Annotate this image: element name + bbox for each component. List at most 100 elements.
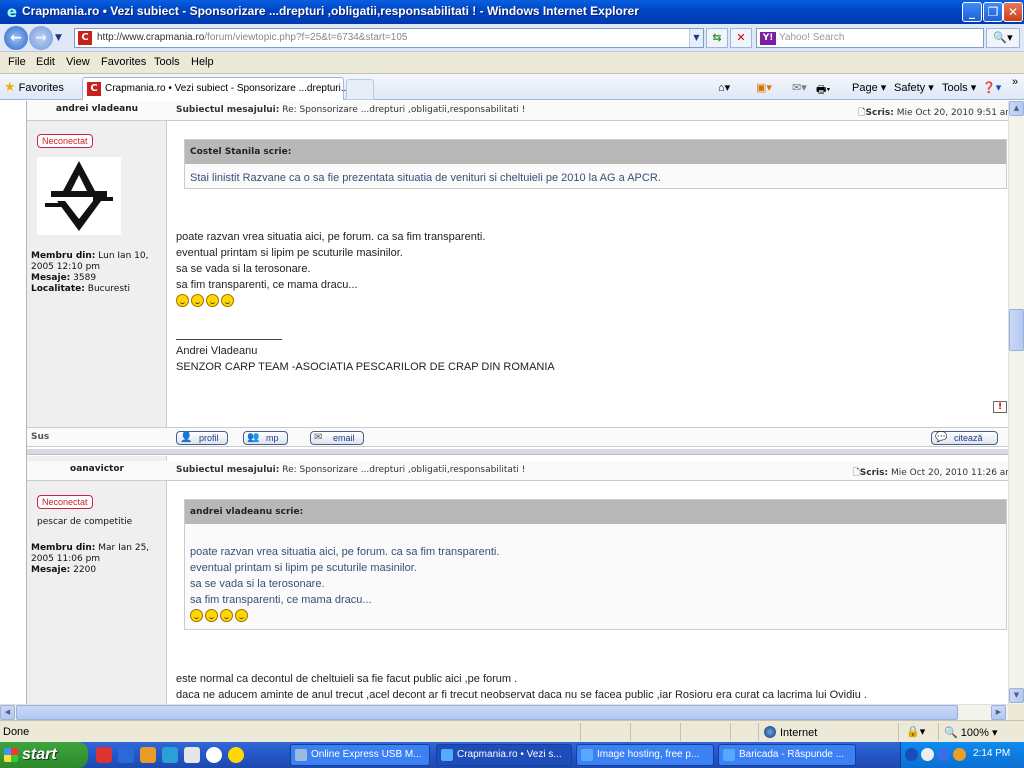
home-icon[interactable]: ⌂▾ <box>718 81 730 94</box>
post-author[interactable]: andrei vladeanu <box>27 104 167 114</box>
clock[interactable]: 2:14 PM <box>973 748 1010 759</box>
status-divider <box>630 723 631 741</box>
maximize-button[interactable]: ❐ <box>983 2 1003 22</box>
show-desktop-icon[interactable] <box>184 747 200 763</box>
ie-quicklaunch-icon[interactable] <box>118 747 134 763</box>
quote-author: Costel Stanila scrie: <box>185 140 1006 164</box>
stop-button[interactable]: ✕ <box>730 28 752 48</box>
post-line: poate razvan vrea situatia aici, pe foru… <box>176 231 486 243</box>
taskbar-item[interactable]: Image hosting, free p... <box>576 744 714 766</box>
taskbar-item[interactable]: Online Express USB M... <box>290 744 430 766</box>
scroll-left-icon[interactable]: ◀ <box>0 705 15 720</box>
menu-file[interactable]: File <box>8 56 26 68</box>
address-dropdown-icon[interactable]: ▼ <box>689 29 703 47</box>
tab-label: Crapmania.ro • Vezi subiect - Sponsoriza… <box>105 83 350 94</box>
help-icon[interactable]: ❓▾ <box>982 81 1001 94</box>
forward-button[interactable]: → <box>29 26 53 50</box>
recent-pages-dropdown-icon[interactable]: ▼ <box>55 33 62 43</box>
windows-logo-icon <box>4 748 18 762</box>
post-icon[interactable]: 🗋 <box>853 468 860 478</box>
search-placeholder[interactable]: Yahoo! Search <box>779 32 844 43</box>
menu-bar: File Edit View Favorites Tools Help <box>0 52 1024 74</box>
quicklaunch-app-icon[interactable] <box>96 747 112 763</box>
scroll-right-icon[interactable]: ▶ <box>991 705 1006 720</box>
zoom-level[interactable]: 🔍 100% ▾ <box>944 726 997 739</box>
left-gutter <box>0 101 26 704</box>
tray-network-icon[interactable] <box>905 748 918 761</box>
quote-line: sa se vada si la terosonare. <box>190 578 325 590</box>
post-line: este normal ca decontul de cheltuieli sa… <box>176 673 518 685</box>
print-icon[interactable]: 🖶▾ <box>816 81 830 100</box>
address-url[interactable]: http://www.crapmania.ro/forum/viewtopic.… <box>97 32 407 43</box>
post-author[interactable]: oanavictor <box>27 464 167 474</box>
pm-button[interactable]: 👥 mp <box>243 431 288 445</box>
smiley-quicklaunch-icon[interactable] <box>228 747 244 763</box>
profile-button[interactable]: 👤 profil <box>176 431 228 445</box>
tab-bar: ★ Favorites C Crapmania.ro • Vezi subiect… <box>0 74 1024 100</box>
refresh-button[interactable]: ⇆ <box>706 28 728 48</box>
post-icon[interactable]: 🗋 <box>858 108 865 118</box>
menu-favorites[interactable]: Favorites <box>101 56 146 68</box>
close-button[interactable]: ✕ <box>1003 2 1023 22</box>
quote-author: andrei vladeanu scrie: <box>185 500 1006 524</box>
forum-posts: andrei vladeanu Subiectul mesajului: Re:… <box>26 101 1008 704</box>
user-rank: pescar de competitie <box>37 517 133 527</box>
menu-tools[interactable]: Tools <box>154 56 180 68</box>
address-bar[interactable]: C http://www.crapmania.ro/forum/viewtopi… <box>74 28 704 48</box>
favorites-button[interactable]: ★ Favorites <box>4 79 64 95</box>
taskbar-item-active[interactable]: Crapmania.ro • Vezi s... <box>436 744 572 766</box>
minimize-button[interactable]: _ <box>962 2 982 22</box>
email-button[interactable]: ✉ email <box>310 431 364 445</box>
status-divider <box>898 723 899 741</box>
security-zone[interactable]: Internet <box>764 726 817 739</box>
status-badge: Neconectat <box>37 495 93 509</box>
search-box[interactable]: Y! Yahoo! Search <box>756 28 984 48</box>
report-icon[interactable]: ! <box>993 401 1007 413</box>
menu-help[interactable]: Help <box>191 56 214 68</box>
scroll-down-icon[interactable]: ▼ <box>1009 688 1024 703</box>
smiley-icon <box>190 609 203 622</box>
media-quicklaunch-icon[interactable] <box>140 747 156 763</box>
post-body: poate razvan vrea situatia aici, pe foru… <box>176 229 485 307</box>
feeds-icon[interactable]: ▣▾ <box>756 81 772 94</box>
status-divider <box>758 723 759 741</box>
scroll-thumb[interactable] <box>1009 309 1024 351</box>
player-quicklaunch-icon[interactable] <box>206 747 222 763</box>
page-menu[interactable]: Page ▾ <box>852 81 886 94</box>
new-tab-button[interactable] <box>346 79 374 100</box>
tray-security-icon[interactable] <box>953 748 966 761</box>
quote-button[interactable]: 💬 citează <box>931 431 998 445</box>
chevron-right-icon[interactable]: » <box>1012 76 1018 88</box>
post-footer: Sus 👤 profil 👥 mp ✉ email 💬 citează <box>27 427 1008 447</box>
tray-monitor-icon[interactable] <box>937 748 950 761</box>
safety-menu[interactable]: Safety ▾ <box>894 81 934 94</box>
avatar <box>37 157 121 235</box>
avatar-logo-icon <box>37 157 121 235</box>
envelope-icon: ✉ <box>314 432 323 443</box>
menu-edit[interactable]: Edit <box>36 56 55 68</box>
tray-messenger-icon[interactable] <box>921 748 934 761</box>
status-text: Done <box>3 726 30 738</box>
vertical-scrollbar[interactable]: ▲ ▼ <box>1008 101 1024 704</box>
search-button[interactable]: 🔍▾ <box>986 28 1020 48</box>
tools-menu[interactable]: Tools ▾ <box>942 81 976 94</box>
horizontal-scrollbar[interactable]: ◀ ▶ <box>0 704 1008 720</box>
start-button[interactable]: start <box>0 742 88 768</box>
smiley-icon <box>220 609 233 622</box>
speech-bubble-icon: 💬 <box>935 432 948 443</box>
hscroll-thumb[interactable] <box>16 705 958 720</box>
back-button[interactable]: ← <box>4 26 28 50</box>
browser-tab[interactable]: C Crapmania.ro • Vezi subiect - Sponsori… <box>82 77 349 100</box>
title-bar: e Crapmania.ro • Vezi subiect - Sponsori… <box>0 0 1024 24</box>
messenger-quicklaunch-icon[interactable] <box>162 747 178 763</box>
protected-mode-icon[interactable]: 🔒▾ <box>906 725 925 738</box>
smileys <box>176 294 485 307</box>
post-header: oanavictor Subiectul mesajului: Re: Spon… <box>27 461 1008 481</box>
taskbar-item[interactable]: Baricada - Răspunde ... <box>718 744 856 766</box>
menu-view[interactable]: View <box>66 56 90 68</box>
scroll-up-icon[interactable]: ▲ <box>1009 101 1024 116</box>
mail-icon[interactable]: ✉▾ <box>792 81 807 94</box>
smiley-icon <box>221 294 234 307</box>
post-subject: Subiectul mesajului: Re: Sponsorizare ..… <box>176 105 526 115</box>
back-to-top-link[interactable]: Sus <box>31 432 49 442</box>
